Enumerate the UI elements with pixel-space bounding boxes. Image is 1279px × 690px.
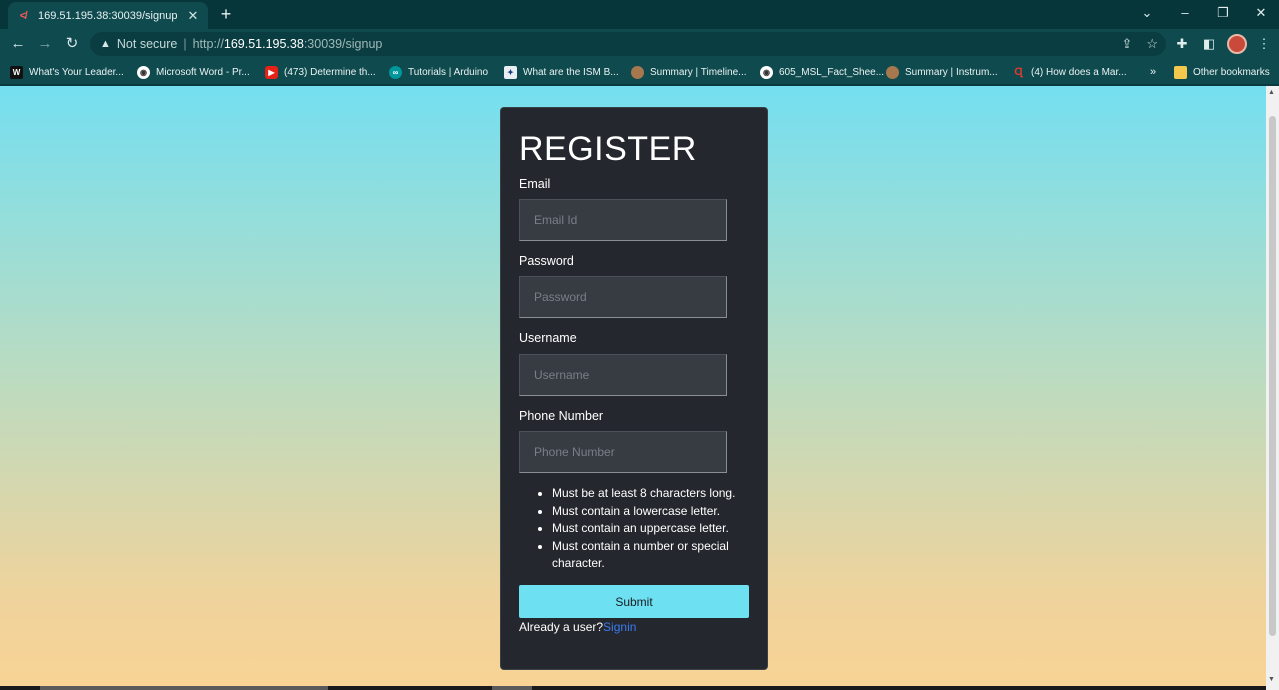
tab-search-icon[interactable]: ⌄ (1129, 2, 1165, 26)
bookmark-label: Summary | Instrum... (905, 66, 998, 78)
back-button[interactable]: ← (7, 33, 29, 55)
list-item: Must contain an uppercase letter. (552, 520, 752, 538)
bookmark-label: 605_MSL_Fact_Shee... (779, 66, 885, 78)
email-label: Email (519, 177, 551, 191)
phone-label: Phone Number (519, 409, 604, 423)
bookmark-label: What's Your Leader... (29, 66, 124, 78)
submit-button[interactable]: Submit (519, 585, 749, 618)
address-separator: | (183, 37, 187, 51)
scroll-down-icon[interactable]: ▼ (1268, 676, 1275, 683)
browser-tab-active[interactable]: ≮ 169.51.195.38:30039/signup ✕ (8, 2, 208, 29)
bookmark-item[interactable]: ◉ Microsoft Word - Pr... (137, 63, 250, 81)
app-favicon-icon: ≮ (19, 9, 27, 22)
new-tab-button[interactable]: + (216, 4, 236, 24)
page-title: REGISTER (519, 130, 697, 168)
list-item: Must be at least 8 characters long. (552, 485, 752, 503)
avatar-icon (886, 65, 899, 79)
list-item: Must contain a number or special charact… (552, 538, 752, 573)
profile-avatar[interactable] (1227, 34, 1247, 54)
url-host: 169.51.195.38 (223, 37, 304, 51)
avatar-icon (631, 65, 644, 79)
password-rules-list: Must be at least 8 characters long. Must… (552, 485, 752, 573)
bookmark-item[interactable]: Ɋ (4) How does a Mar... (1012, 63, 1127, 81)
username-label: Username (519, 331, 577, 345)
warning-icon: ▲ (100, 38, 111, 50)
scrollbar-thumb[interactable] (1269, 116, 1276, 636)
vertical-scrollbar[interactable]: ▲ ▼ (1266, 86, 1279, 690)
list-item: Must contain a lowercase letter. (552, 503, 752, 521)
bookmark-item[interactable]: ∞ Tutorials | Arduino (389, 63, 488, 81)
bookmark-item[interactable]: W What's Your Leader... (10, 63, 124, 81)
already-user-text: Already a user? (519, 620, 604, 634)
share-icon[interactable]: ⇪ (1121, 36, 1132, 52)
other-bookmarks[interactable]: Other bookmarks (1174, 63, 1270, 81)
extensions-icon[interactable]: ✚ (1172, 34, 1192, 54)
tab-title: 169.51.195.38:30039/signup (38, 9, 178, 22)
taskbar-segment (40, 686, 328, 690)
bookmark-item[interactable]: Summary | Instrum... (886, 63, 998, 81)
globe-icon: ◉ (137, 65, 150, 79)
menu-kebab-icon[interactable]: ⋮ (1254, 34, 1274, 54)
register-card: REGISTER Email Password Username Phone N… (500, 107, 768, 670)
minimize-button[interactable]: – (1167, 2, 1203, 26)
forward-button[interactable]: → (34, 33, 56, 55)
bookmark-label: What are the ISM B... (523, 66, 619, 78)
quora-icon: Ɋ (1014, 66, 1023, 78)
bookmark-item[interactable]: ▶ (473) Determine th... (265, 63, 376, 81)
address-bar[interactable]: ▲ Not secure | http://169.51.195.38:3003… (90, 32, 1166, 56)
other-bookmarks-label: Other bookmarks (1193, 66, 1270, 78)
username-field[interactable] (519, 354, 727, 396)
taskbar-segment (492, 686, 532, 690)
phone-field[interactable] (519, 431, 727, 473)
url-path: :30039/signup (303, 37, 383, 51)
url-scheme: http:// (192, 37, 224, 51)
arduino-icon: ∞ (389, 65, 402, 79)
close-window-button[interactable]: ✕ (1243, 2, 1279, 26)
bookmark-item[interactable]: Summary | Timeline... (631, 63, 747, 81)
security-label: Not secure (116, 37, 178, 51)
scroll-up-icon[interactable]: ▲ (1268, 89, 1275, 96)
side-panel-icon[interactable]: ◧ (1199, 34, 1219, 54)
page-viewport: REGISTER Email Password Username Phone N… (0, 86, 1266, 686)
ism-icon: ✦ (504, 65, 517, 79)
bookmark-label: Microsoft Word - Pr... (156, 66, 250, 78)
bookmarks-bar: W What's Your Leader... ◉ Microsoft Word… (0, 59, 1279, 85)
restore-button[interactable]: ❐ (1205, 2, 1241, 26)
taskbar-strip (0, 686, 1266, 690)
bookmark-item[interactable]: ◉ 605_MSL_Fact_Shee... (760, 63, 884, 81)
bookmark-star-icon[interactable]: ☆ (1146, 36, 1158, 52)
bookmark-label: (473) Determine th... (284, 66, 376, 78)
reload-button[interactable]: ↻ (61, 33, 83, 55)
bookmarks-overflow-button[interactable]: » (1150, 63, 1156, 81)
bookmark-item[interactable]: ✦ What are the ISM B... (504, 63, 619, 81)
browser-toolbar: ← → ↻ ▲ Not secure | http://169.51.195.3… (0, 29, 1279, 59)
w-logo-icon: W (10, 65, 23, 79)
email-field[interactable] (519, 199, 727, 241)
close-tab-icon[interactable]: ✕ (186, 8, 200, 24)
password-field[interactable] (519, 276, 727, 318)
tab-strip: ≮ 169.51.195.38:30039/signup ✕ + ⌄ – ❐ ✕ (0, 0, 1279, 29)
bookmark-label: (4) How does a Mar... (1031, 66, 1127, 78)
signin-link[interactable]: Signin (603, 620, 636, 634)
bookmark-label: Summary | Timeline... (650, 66, 747, 78)
folder-icon (1174, 65, 1187, 79)
signin-prompt: Already a user?Signin (519, 620, 636, 634)
password-label: Password (519, 254, 574, 268)
youtube-icon: ▶ (265, 65, 278, 79)
globe-icon: ◉ (760, 65, 773, 79)
bookmark-label: Tutorials | Arduino (408, 66, 489, 78)
